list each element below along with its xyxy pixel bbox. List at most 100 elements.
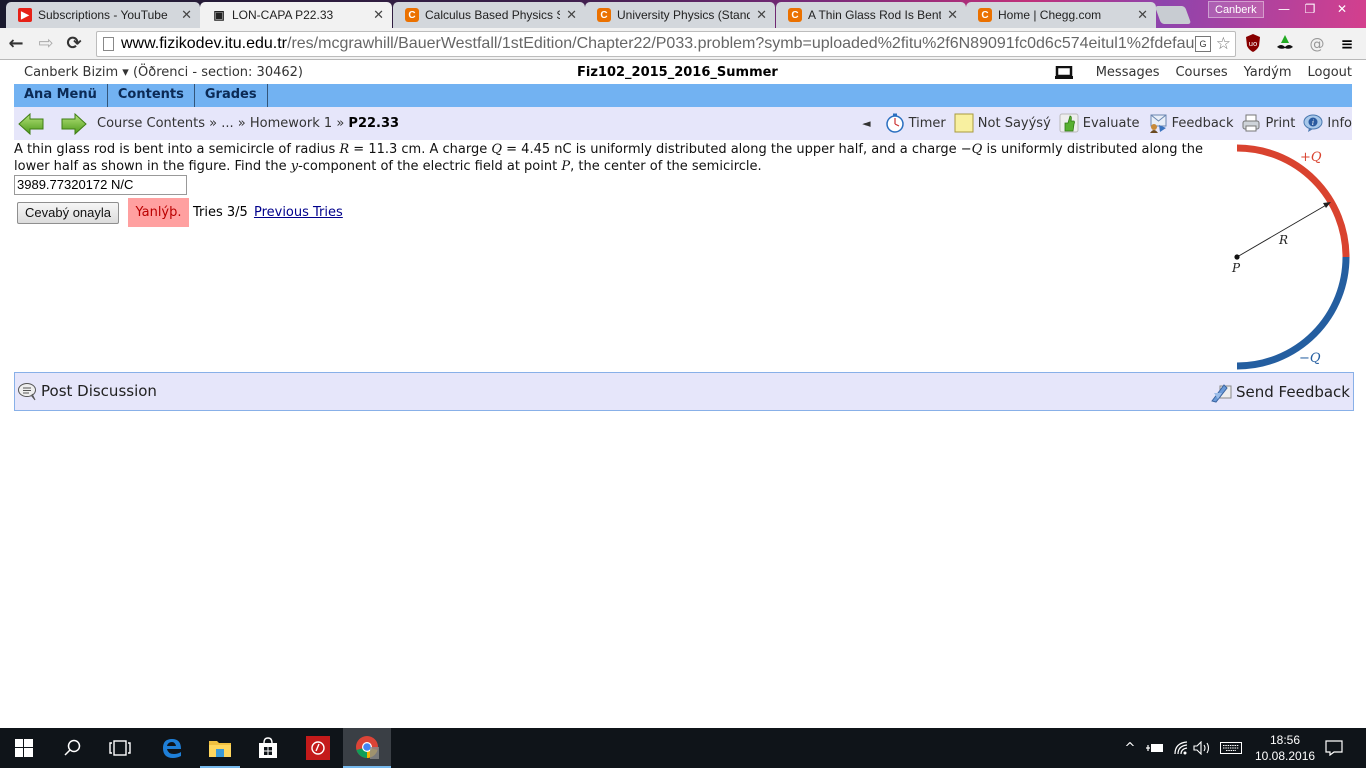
edge-app[interactable] <box>148 728 196 768</box>
menu-grades[interactable]: Grades <box>195 84 268 107</box>
volume-icon[interactable] <box>1192 728 1212 768</box>
close-tab-icon[interactable]: ✕ <box>756 7 767 23</box>
chegg-icon: C <box>788 8 802 22</box>
negative-charge-arc <box>1236 256 1350 370</box>
notes-tool[interactable]: Not Sayýsý <box>954 113 1051 133</box>
system-clock[interactable]: 18:56 10.08.2016 <box>1255 732 1315 764</box>
tab-chegg-home[interactable]: C Home | Chegg.com ✕ <box>966 2 1156 28</box>
messages-link[interactable]: Messages <box>1096 65 1160 80</box>
user-menu[interactable]: Canberk Bizim ▾ (Öðrenci - section: 3046… <box>24 65 303 80</box>
minimize-icon[interactable]: — <box>1272 0 1296 18</box>
battery-icon[interactable] <box>1144 728 1166 768</box>
store-icon <box>259 737 277 758</box>
store-app[interactable] <box>244 728 292 768</box>
course-title: Fiz102_2015_2016_Summer <box>577 65 778 80</box>
problem-statement: A thin glass rod is bent into a semicirc… <box>14 141 1224 175</box>
feedback-label: Feedback <box>1171 115 1234 131</box>
problem-text: A thin glass rod is bent into a semicirc… <box>14 142 340 157</box>
search-button[interactable] <box>48 728 96 768</box>
var-P: P <box>561 159 571 174</box>
ublock-icon[interactable]: uo <box>1242 33 1264 55</box>
previous-arrow-icon[interactable] <box>18 113 44 135</box>
task-view-button[interactable] <box>96 728 144 768</box>
back-button[interactable]: ← <box>4 32 28 56</box>
music-app[interactable] <box>294 728 342 768</box>
start-button[interactable] <box>0 728 48 768</box>
answer-input[interactable]: 3989.77320172 N/C <box>14 175 187 195</box>
svg-text:i: i <box>1312 119 1314 127</box>
print-tool[interactable]: Print <box>1241 113 1295 133</box>
breadcrumb-course-contents[interactable]: Course Contents <box>97 116 205 131</box>
tries-info: Tries 3/5 Previous Tries <box>193 205 343 220</box>
action-center-icon[interactable] <box>1320 728 1348 768</box>
info-label: Info <box>1327 115 1352 131</box>
timer-tool[interactable]: Timer <box>885 113 946 133</box>
wifi-icon[interactable] <box>1172 728 1190 768</box>
problem-text: = 11.3 cm. A charge <box>349 142 492 157</box>
feedback-tool[interactable]: Feedback <box>1148 113 1234 133</box>
timer-label: Timer <box>908 115 946 131</box>
send-feedback-button[interactable]: Send Feedback <box>1210 381 1350 403</box>
previous-tries-link[interactable]: Previous Tries <box>254 205 343 220</box>
tab-title: LON-CAPA P22.33 <box>232 8 334 22</box>
show-hidden-icons[interactable]: ^ <box>1122 728 1138 768</box>
evaluate-tool[interactable]: Evaluate <box>1059 113 1140 133</box>
tab-loncapa[interactable]: ▣ LON-CAPA P22.33 ✕ <box>200 2 392 28</box>
translate-icon[interactable]: G <box>1195 36 1211 52</box>
next-arrow-icon[interactable] <box>61 113 87 135</box>
restore-icon[interactable]: ❐ <box>1298 0 1322 18</box>
task-view-icon <box>109 740 131 756</box>
address-bar[interactable]: www.fizikodev.itu.edu.tr/res/mcgrawhill/… <box>96 31 1236 57</box>
breadcrumb-homework[interactable]: Homework 1 <box>250 116 332 131</box>
submit-answer-button[interactable]: Cevabý onayla <box>17 202 119 224</box>
close-tab-icon[interactable]: ✕ <box>181 7 192 23</box>
breadcrumb-ellipsis[interactable]: ... <box>221 116 233 131</box>
var-Q: Q <box>491 142 503 157</box>
edge-icon <box>163 739 181 758</box>
close-tab-icon[interactable]: ✕ <box>947 7 958 23</box>
new-tab-button[interactable] <box>1154 6 1192 24</box>
profile-button[interactable]: Canberk <box>1208 1 1264 18</box>
label-minus-Q: −Q <box>1299 351 1321 366</box>
tab-title: Subscriptions - YouTube <box>38 8 168 22</box>
chrome-app[interactable] <box>343 728 391 768</box>
tab-youtube[interactable]: ▶ Subscriptions - YouTube ✕ <box>6 2 200 28</box>
mustache-icon[interactable] <box>1274 33 1296 55</box>
print-label: Print <box>1265 115 1296 131</box>
windows-taskbar: ^ 18:56 10.08.2016 <box>0 728 1366 768</box>
speech-bubble-icon <box>18 383 36 401</box>
info-icon: i <box>1303 114 1323 132</box>
logout-link[interactable]: Logout <box>1307 65 1352 80</box>
clock-time: 18:56 <box>1269 733 1301 747</box>
search-icon <box>64 739 81 756</box>
stopwatch-icon <box>885 113 904 133</box>
menu-icon[interactable]: ≡ <box>1336 33 1358 55</box>
tab-calculus-physics[interactable]: C Calculus Based Physics Sc ✕ <box>393 2 585 28</box>
close-tab-icon[interactable]: ✕ <box>1137 7 1148 23</box>
chegg-icon: C <box>405 8 419 22</box>
bookmark-star-icon[interactable]: ☆ <box>1216 32 1231 56</box>
close-tab-icon[interactable]: ✕ <box>373 7 384 23</box>
breadcrumb: Course Contents » ... » Homework 1 » P22… <box>97 116 399 131</box>
close-tab-icon[interactable]: ✕ <box>566 7 577 23</box>
collapse-tools-icon[interactable]: ◄ <box>862 117 870 130</box>
menu-main[interactable]: Ana Menü <box>14 84 108 107</box>
courses-link[interactable]: Courses <box>1175 65 1227 80</box>
problem-text: -component of the electric field at poin… <box>298 159 562 174</box>
reload-button[interactable]: ⟳ <box>62 32 86 56</box>
info-tool[interactable]: i Info <box>1303 113 1352 133</box>
breadcrumb-separator: » <box>209 116 218 131</box>
point-P <box>1234 254 1240 260</box>
breadcrumb-separator: » <box>336 116 345 131</box>
menu-contents[interactable]: Contents <box>108 84 195 107</box>
folder-icon <box>209 741 231 757</box>
help-link[interactable]: Yardým <box>1244 65 1292 80</box>
file-explorer-app[interactable] <box>196 728 244 768</box>
post-discussion-button[interactable]: Post Discussion <box>17 381 157 401</box>
forward-button[interactable]: ⇨ <box>34 32 58 56</box>
tab-thin-glass-rod[interactable]: C A Thin Glass Rod Is Bent I ✕ <box>776 2 966 28</box>
close-window-icon[interactable]: ✕ <box>1330 0 1354 18</box>
keyboard-icon[interactable] <box>1218 728 1244 768</box>
tab-university-physics[interactable]: C University Physics (Standa ✕ <box>585 2 775 28</box>
swirl-icon[interactable]: @ <box>1306 33 1328 55</box>
